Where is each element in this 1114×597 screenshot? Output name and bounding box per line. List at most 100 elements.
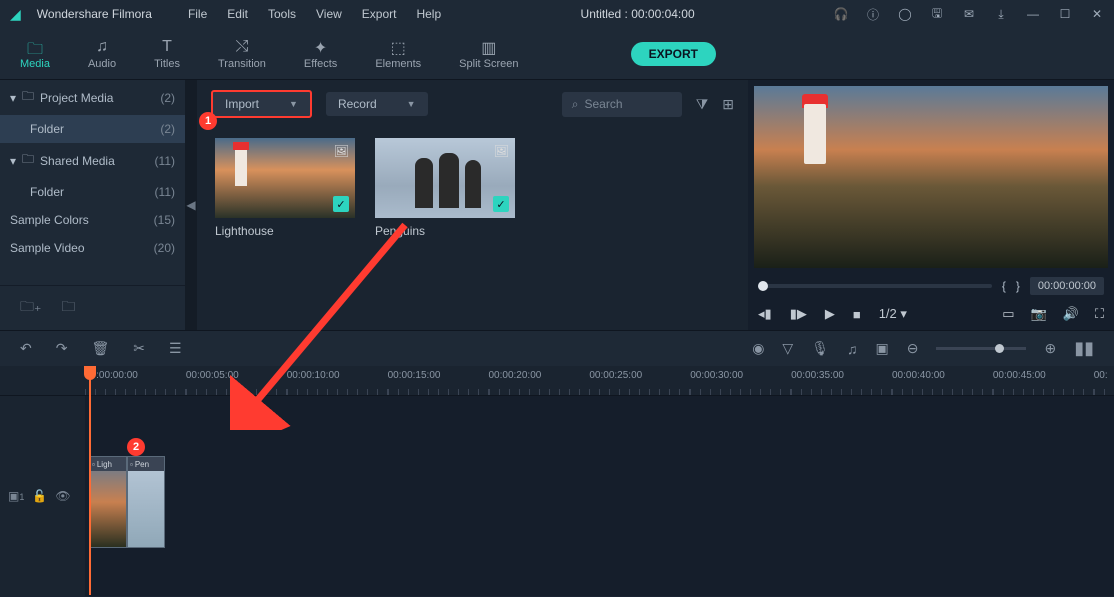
info-icon[interactable]: ⓘ (866, 7, 880, 21)
minimize-icon[interactable]: — (1026, 7, 1040, 21)
timeline-clip-lighthouse[interactable]: ▫Ligh (89, 456, 127, 548)
menubar: File Edit Tools View Export Help (188, 7, 441, 21)
main-area: ▾🗀Project Media(2) Folder(2) ▾🗀Shared Me… (0, 80, 1114, 330)
sidebar-item-project-media[interactable]: ▾🗀Project Media(2) (0, 80, 185, 115)
search-icon: ⌕ (572, 97, 579, 112)
music-icon: ♫ (96, 38, 108, 56)
sparkle-icon: ✦ (314, 38, 327, 56)
menu-file[interactable]: File (188, 7, 207, 21)
play-icon[interactable]: ▶ (825, 306, 835, 322)
callout-badge-2: 2 (127, 438, 145, 456)
step-back-icon[interactable]: ▮▶ (790, 306, 807, 322)
sidebar-item-shared-media[interactable]: ▾🗀Shared Media(11) (0, 143, 185, 178)
track-body[interactable]: 2 ▫Ligh ▫Pen (85, 396, 1114, 596)
preview-viewport (754, 86, 1108, 268)
tab-effects[interactable]: ✦Effects (304, 38, 337, 70)
bracket-in[interactable]: { (1002, 279, 1006, 293)
tab-media[interactable]: 🗀Media (20, 38, 50, 70)
tab-elements[interactable]: ⬚Elements (375, 38, 421, 70)
folder-icon: 🗀 (27, 38, 43, 56)
title-icons: 🎧 ⓘ ◯ 🖫 ✉ ⤓ — ☐ ✕ (834, 7, 1104, 21)
lock-icon[interactable]: 🔓 (32, 489, 47, 503)
split-icon: ▥ (481, 38, 496, 56)
chevron-down-icon: ▾ (10, 91, 16, 105)
mail-icon[interactable]: ✉ (962, 7, 976, 21)
sidebar-item-sample-video[interactable]: Sample Video(20) (0, 234, 185, 262)
tab-titles[interactable]: TTitles (154, 38, 180, 70)
maximize-icon[interactable]: ☐ (1058, 7, 1072, 21)
record-dropdown[interactable]: Record▼ (326, 92, 428, 116)
media-item-lighthouse[interactable]: 🖼 ✓ Lighthouse (215, 138, 355, 238)
save-icon[interactable]: 🖫 (930, 7, 944, 21)
delete-icon[interactable]: 🗑 (91, 340, 109, 357)
timeline-view-icon[interactable]: ▮▮ (1074, 338, 1094, 359)
chevron-down-icon: ▾ (10, 154, 16, 168)
transition-icon: ⤭ (236, 38, 249, 56)
scrub-track[interactable] (758, 284, 992, 288)
cut-icon[interactable]: ✂ (133, 340, 145, 357)
headset-icon[interactable]: 🎧 (834, 7, 848, 21)
grid-view-icon[interactable]: ⊞ (722, 96, 734, 113)
tab-transition[interactable]: ⤭Transition (218, 38, 266, 70)
zoom-slider[interactable] (936, 347, 1026, 350)
document-title: Untitled : 00:00:04:00 (457, 7, 818, 21)
search-input[interactable]: ⌕Search (562, 92, 682, 117)
menu-help[interactable]: Help (416, 7, 441, 21)
zoom-out-icon[interactable]: ⊖ (907, 340, 919, 357)
download-icon[interactable]: ⤓ (994, 7, 1008, 21)
sidebar-item-sample-colors[interactable]: Sample Colors(15) (0, 206, 185, 234)
speed-dropdown[interactable]: 1/2 ▾ (879, 306, 907, 322)
check-icon: ✓ (493, 196, 509, 212)
collapse-sidebar-button[interactable]: ◀ (185, 80, 197, 330)
zoom-handle[interactable] (995, 344, 1004, 353)
menu-tools[interactable]: Tools (268, 7, 296, 21)
prev-frame-icon[interactable]: ◂▮ (758, 306, 772, 322)
export-button[interactable]: EXPORT (631, 42, 716, 66)
track-video-icon[interactable]: ▣1 (8, 489, 24, 503)
redo-icon[interactable]: ↷ (56, 340, 68, 357)
timeline-ruler[interactable]: 00:00:00:00 00:00:05:00 00:00:10:00 00:0… (0, 366, 1114, 396)
voiceover-icon[interactable]: 🎙 (811, 340, 829, 357)
menu-edit[interactable]: Edit (227, 7, 248, 21)
close-icon[interactable]: ✕ (1090, 7, 1104, 21)
menu-export[interactable]: Export (362, 7, 397, 21)
tab-audio[interactable]: ♫Audio (88, 38, 116, 70)
scrub-handle[interactable] (758, 281, 768, 291)
tab-splitscreen[interactable]: ▥Split Screen (459, 38, 518, 70)
filter-icon[interactable]: ⧩ (696, 96, 709, 113)
thumbnail-image: 🖼 ✓ (375, 138, 515, 218)
callout-badge-1: 1 (199, 112, 217, 130)
timeline-tracks: ▣1 🔓 👁 2 ▫Ligh ▫Pen (0, 396, 1114, 596)
timeline-clip-penguins[interactable]: ▫Pen (127, 456, 165, 548)
preview-timecode: 00:00:00:00 (1030, 277, 1104, 295)
media-item-penguins[interactable]: 🖼 ✓ Penguins (375, 138, 515, 238)
folder-outline-icon[interactable]: 🗀 (61, 296, 75, 320)
user-icon[interactable]: ◯ (898, 7, 912, 21)
sidebar-footer: 🗀₊ 🗀 (0, 285, 185, 330)
menu-view[interactable]: View (316, 7, 342, 21)
preview-panel: { } 00:00:00:00 ◂▮ ▮▶ ▶ ■ 1/2 ▾ ▭ 📷 🔊 ⛶ (748, 80, 1114, 330)
media-thumbnails: 🖼 ✓ Lighthouse 🖼 ✓ Penguins (197, 128, 748, 248)
settings-icon[interactable]: ☰ (169, 340, 182, 357)
playhead[interactable] (89, 366, 91, 595)
shapes-icon: ⬚ (391, 38, 406, 56)
stop-icon[interactable]: ■ (853, 307, 861, 322)
snapshot-icon[interactable]: 📷 (1031, 306, 1047, 322)
sidebar-item-shared-folder[interactable]: Folder(11) (0, 178, 185, 206)
mixer-icon[interactable]: ♫ (847, 341, 858, 357)
fullscreen-icon[interactable]: ⛶ (1095, 306, 1104, 322)
bracket-out[interactable]: } (1016, 279, 1020, 293)
import-dropdown[interactable]: Import▼ (211, 90, 312, 118)
tool-tabs: 🗀Media ♫Audio TTitles ⤭Transition ✦Effec… (0, 28, 1114, 80)
volume-icon[interactable]: 🔊 (1063, 306, 1079, 322)
image-icon: ▫ (92, 460, 95, 469)
visibility-icon[interactable]: 👁 (55, 489, 70, 503)
crop-icon[interactable]: ▣ (875, 340, 888, 357)
render-icon[interactable]: ◉ (752, 340, 764, 357)
sidebar-item-folder[interactable]: Folder(2) (0, 115, 185, 143)
new-folder-icon[interactable]: 🗀₊ (20, 296, 41, 320)
zoom-in-icon[interactable]: ⊕ (1044, 340, 1056, 357)
display-icon[interactable]: ▭ (1002, 306, 1014, 322)
marker-icon[interactable]: ▽ (782, 340, 793, 357)
undo-icon[interactable]: ↶ (20, 340, 32, 357)
